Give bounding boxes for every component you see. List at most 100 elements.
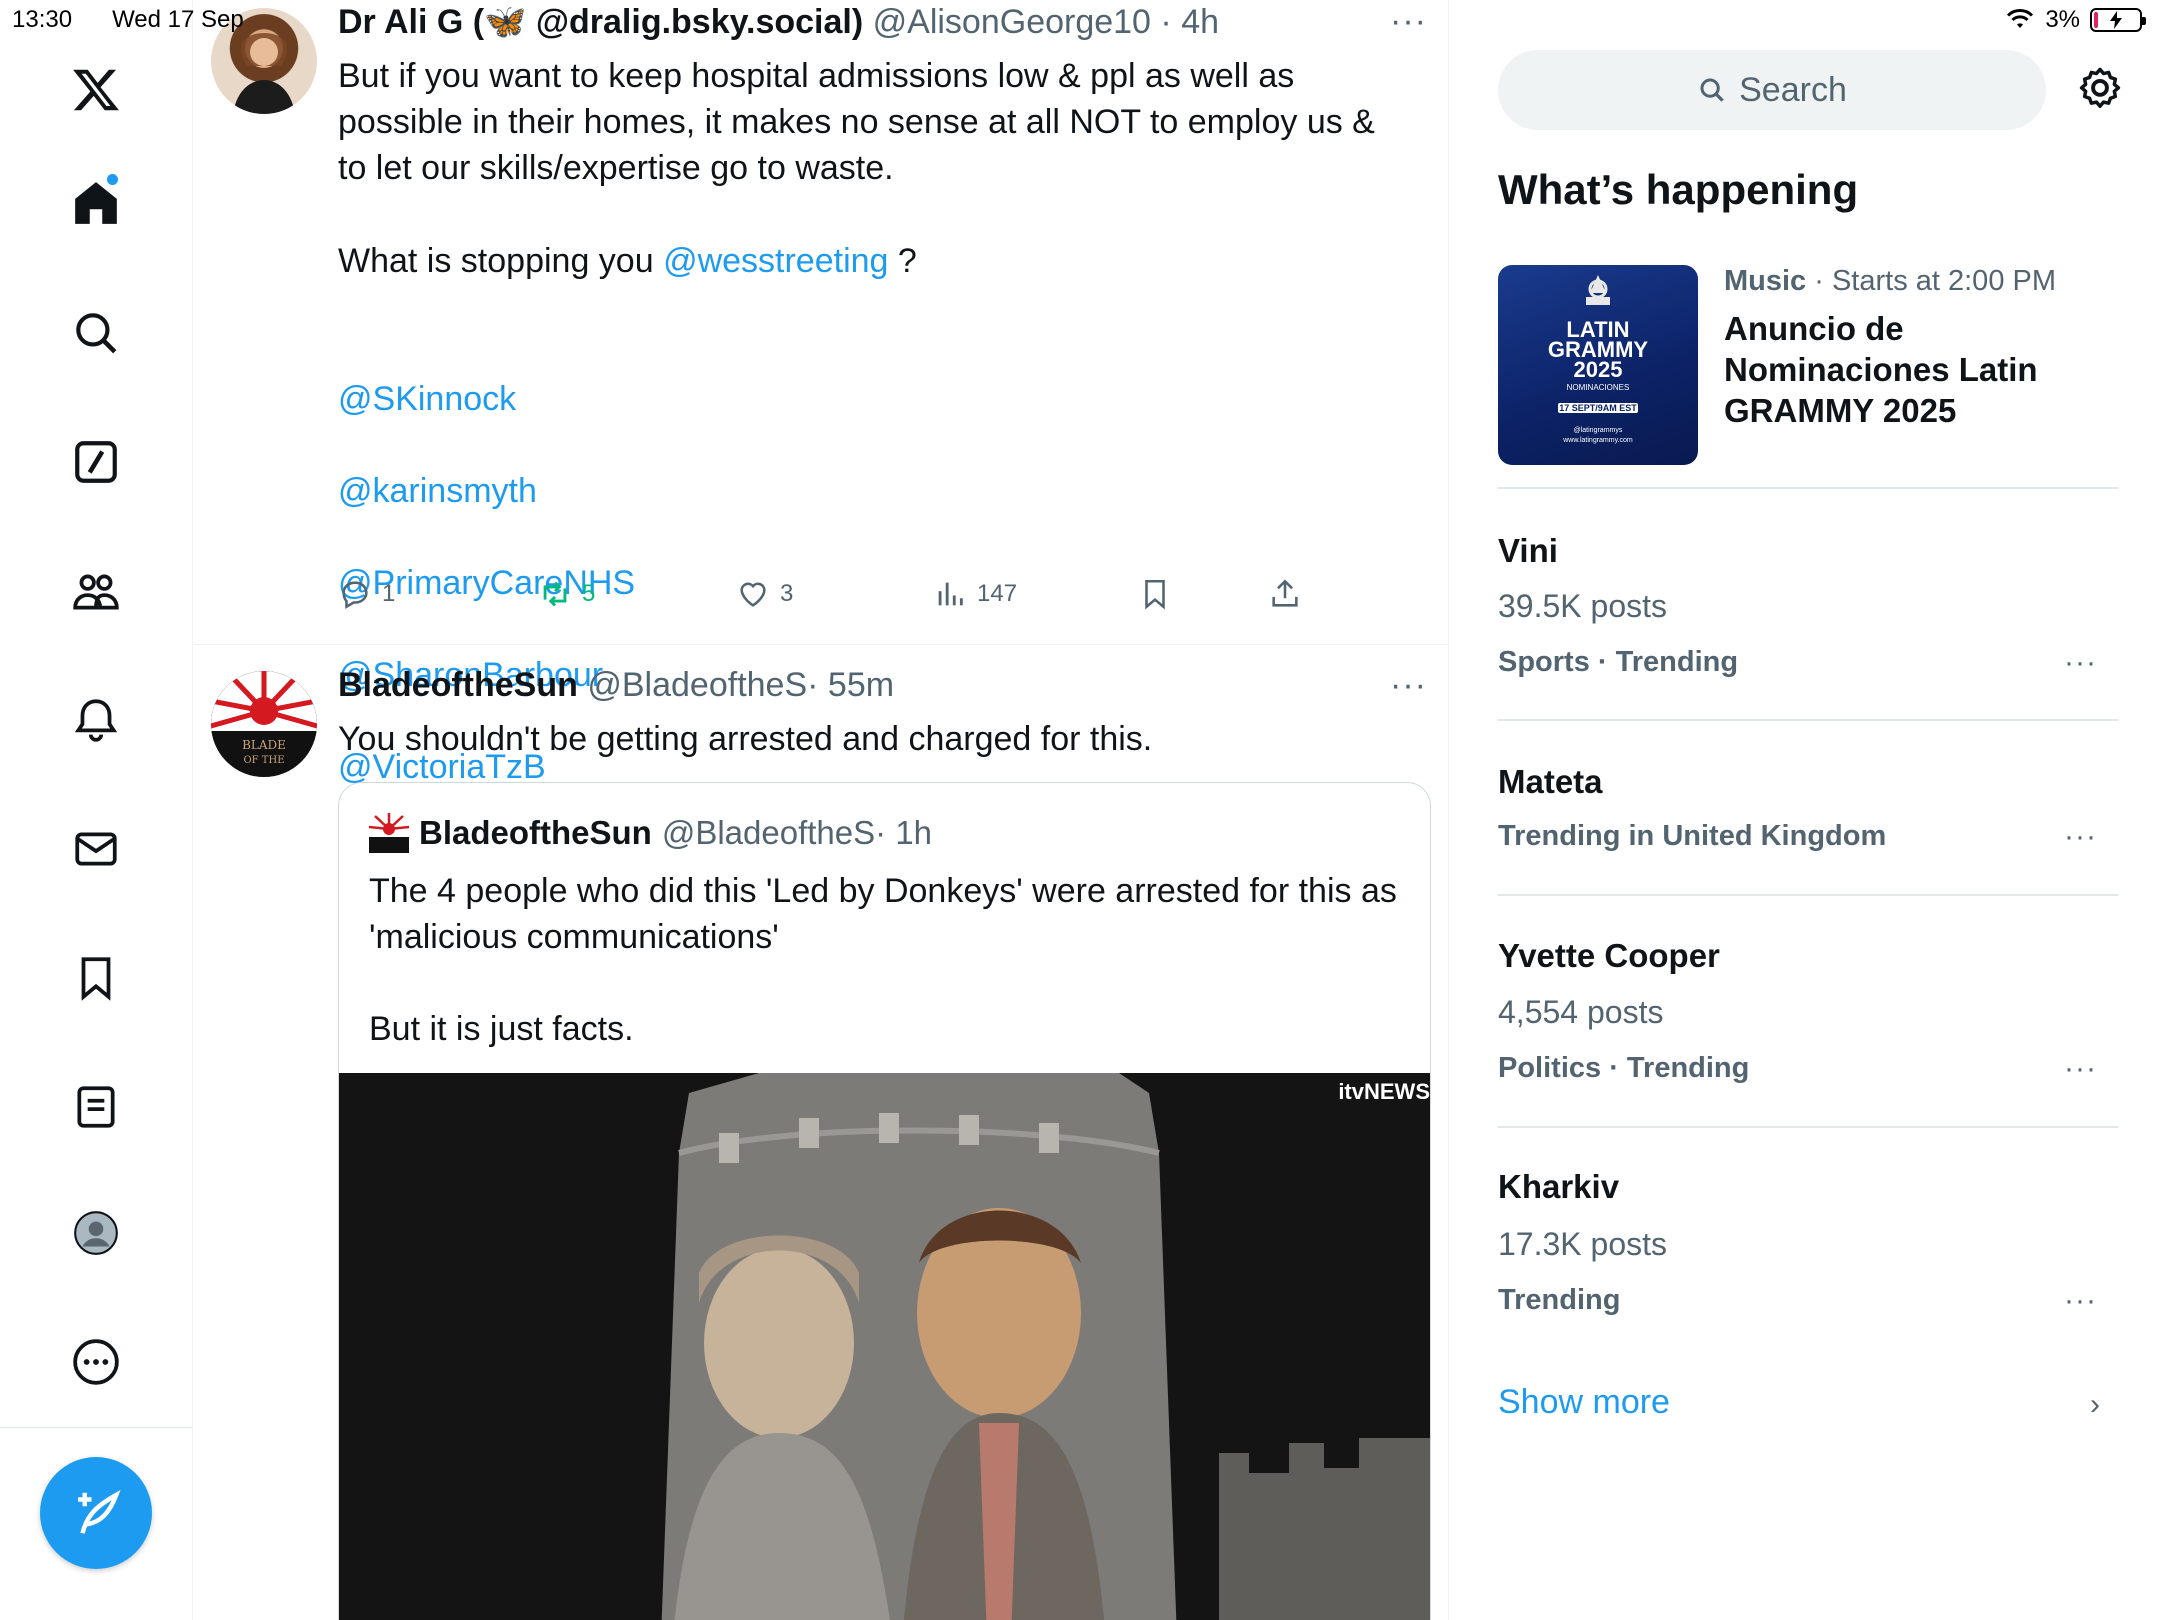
whats-happening-title: What’s happening	[1498, 166, 1859, 213]
trend-more-icon[interactable]: ···	[2064, 1284, 2097, 1318]
event-meta: Music · Starts at 2:00 PM	[1724, 265, 2056, 298]
views-button[interactable]: 147	[933, 577, 1017, 611]
timeline: Dr Ali G (🦋 @dralig.bsky.social) @Alison…	[194, 0, 1449, 1620]
messages-icon[interactable]	[66, 819, 126, 879]
repost-button[interactable]: 5	[538, 577, 595, 611]
author-handle[interactable]: @AlisonGeorge10	[873, 3, 1151, 41]
bookmark-button[interactable]	[1138, 577, 1172, 611]
reply-icon	[342, 581, 368, 610]
more-icon[interactable]	[66, 1332, 126, 1392]
x-logo-icon[interactable]	[66, 60, 126, 120]
search-placeholder: Search	[1739, 70, 1847, 109]
author-name[interactable]: Dr Ali G (🦋 @dralig.bsky.social)	[338, 3, 863, 41]
bookmarks-icon[interactable]	[66, 948, 126, 1008]
mention-link[interactable]: @karinsmyth	[338, 468, 1408, 514]
battery-icon	[2090, 8, 2146, 32]
event-image-text: @latingrammys	[1573, 427, 1623, 434]
trend-context: Trending	[1498, 1284, 1621, 1316]
tweet-text: But if you want to keep hospital admissi…	[338, 57, 1375, 187]
event-title[interactable]: Anuncio de Nominaciones Latin GRAMMY 202…	[1724, 308, 2114, 431]
event-time: · Starts at 2:00 PM	[1806, 265, 2057, 297]
trend-title[interactable]: Yvette Cooper	[1498, 937, 1720, 975]
reply-button[interactable]: 1	[338, 577, 395, 611]
trend-context: Politics · Trending	[1498, 1052, 1750, 1084]
avatar-text: OF THE	[243, 755, 284, 766]
mention-link[interactable]: @wesstreeting	[663, 242, 888, 280]
event-image-text: www.latingrammy.com	[1563, 437, 1633, 444]
trend-posts: 4,554 posts	[1498, 994, 1664, 1030]
trend-title[interactable]: Kharkiv	[1498, 1168, 1619, 1206]
divider	[1498, 487, 2118, 489]
more-options-icon[interactable]: ···	[1390, 666, 1427, 705]
right-sidebar: Search What’s happening LATIN GRAMMY 202…	[1450, 0, 2160, 1620]
compose-button[interactable]	[40, 1457, 152, 1569]
like-count: 3	[780, 580, 794, 607]
trend-context: Sports · Trending	[1498, 646, 1739, 678]
quote-header: BladeoftheSun @BladeoftheS · 1h	[369, 813, 932, 853]
profile-icon[interactable]	[66, 1203, 126, 1263]
notification-dot	[107, 174, 118, 185]
trend-posts: 39.5K posts	[1498, 588, 1667, 624]
compose-post-icon	[78, 1490, 121, 1534]
gear-icon	[2079, 67, 2121, 108]
trend-more-icon[interactable]: ···	[2064, 646, 2097, 680]
chevron-right-icon: ›	[2090, 1388, 2100, 1421]
show-more-link[interactable]: Show more	[1498, 1383, 1670, 1422]
mention-link[interactable]: @SKinnock	[338, 376, 1408, 422]
event-image-text: NOMINACIONES	[1566, 383, 1630, 392]
notifications-icon[interactable]	[66, 690, 126, 750]
settings-button[interactable]	[2074, 64, 2126, 116]
event-image[interactable]: LATIN GRAMMY 2025 NOMINACIONES 17 SEPT/9…	[1498, 265, 1698, 465]
tweet-text-question: What is stopping you @wesstreeting ?	[338, 238, 1408, 284]
repost-icon	[543, 581, 567, 607]
share-icon	[1272, 579, 1298, 607]
wifi-icon	[2007, 9, 2034, 28]
quote-author-name[interactable]: BladeoftheSun	[419, 814, 652, 852]
avatar[interactable]	[369, 813, 409, 853]
avatar[interactable]: BLADE OF THE	[211, 671, 317, 777]
event-image-text: 2025	[1573, 357, 1623, 382]
tweet-actions: 1 5 3 147	[338, 577, 1338, 617]
quote-media-image[interactable]: itvNEWS	[339, 1073, 1430, 1620]
trend-more-icon[interactable]: ···	[2064, 820, 2097, 854]
tweet[interactable]: BLADE OF THE BladeoftheSun @BladeoftheS·…	[194, 645, 1448, 1620]
search-input[interactable]: Search	[1498, 50, 2046, 130]
trend-more-icon[interactable]: ···	[2064, 1052, 2097, 1086]
quote-author-handle[interactable]: @BladeoftheS	[662, 814, 875, 852]
trend-title[interactable]: Vini	[1498, 532, 1558, 570]
nav-divider	[0, 1427, 193, 1428]
communities-icon[interactable]	[66, 561, 126, 621]
quote-time: · 1h	[875, 814, 933, 851]
author-name[interactable]: BladeoftheSun	[338, 666, 578, 704]
question-text: What is stopping you	[338, 242, 664, 280]
grok-icon[interactable]	[66, 432, 126, 492]
tweet-time[interactable]: · 4h	[1160, 3, 1219, 41]
more-options-icon[interactable]: ···	[1390, 2, 1427, 41]
tweet-header: BladeoftheSun @BladeoftheS· 55m	[338, 666, 894, 705]
tweet-time[interactable]: · 55m	[807, 666, 894, 704]
like-button[interactable]: 3	[736, 577, 793, 611]
bookmark-icon	[1145, 579, 1165, 610]
share-button[interactable]	[1268, 577, 1302, 611]
lists-icon[interactable]	[66, 1077, 126, 1137]
author-handle[interactable]: @BladeoftheS	[587, 666, 807, 704]
tweet[interactable]: Dr Ali G (🦋 @dralig.bsky.social) @Alison…	[194, 0, 1448, 786]
divider	[1498, 719, 2118, 721]
avatar-text: BLADE	[242, 738, 286, 752]
event-image-text: 17 SEPT/9AM EST	[1558, 403, 1638, 413]
status-date: Wed 17 Sep	[112, 6, 244, 33]
views-count: 147	[977, 580, 1018, 607]
question-suffix: ?	[888, 242, 917, 280]
reply-count: 1	[382, 580, 396, 607]
repost-count: 5	[582, 580, 596, 607]
heart-icon	[740, 582, 766, 607]
search-icon[interactable]	[66, 303, 126, 363]
views-icon	[938, 582, 963, 606]
status-bar-left: 13:30 Wed 17 Sep	[12, 6, 244, 34]
trend-title[interactable]: Mateta	[1498, 763, 1603, 801]
search-icon	[1700, 78, 1724, 102]
divider	[1498, 894, 2118, 896]
tweet-text: You shouldn't be getting arrested and ch…	[338, 720, 1153, 758]
battery-percent: 3%	[2045, 6, 2080, 33]
quoted-tweet[interactable]: BladeoftheSun @BladeoftheS · 1h The 4 peo…	[338, 782, 1431, 1620]
